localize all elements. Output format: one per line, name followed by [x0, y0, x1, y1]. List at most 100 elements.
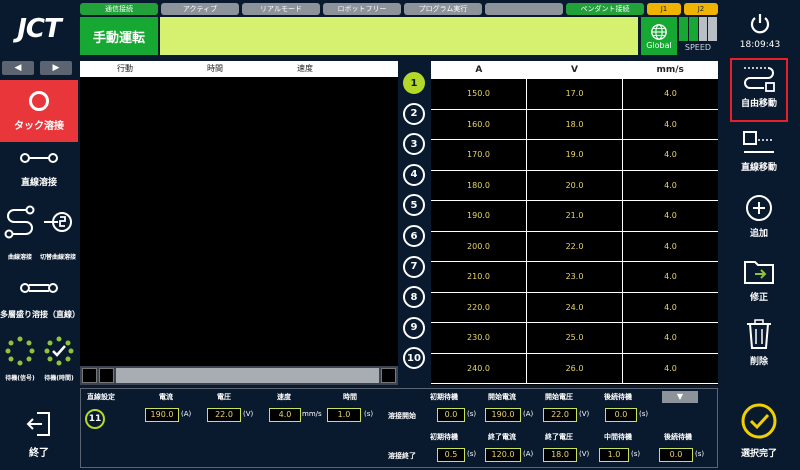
delete-button[interactable]: 削除	[730, 318, 788, 367]
table-row[interactable]: 160.0 18.0 4.0	[431, 109, 718, 140]
linear-weld-label: 直線溶接	[20, 178, 57, 188]
scroll-right-button[interactable]	[381, 368, 396, 383]
program-table[interactable]: 行動 時間 速度	[80, 61, 398, 385]
add-label: 追加	[749, 229, 768, 239]
table-cell: 20.0	[527, 170, 623, 200]
add-button[interactable]: 追加	[730, 194, 788, 239]
exit-button[interactable]: 終了	[0, 400, 78, 468]
curve-weld-label: 曲線溶接	[7, 254, 32, 261]
end-mid-wait-field[interactable]: 1.0	[599, 448, 629, 462]
linear-move-icon	[743, 131, 774, 153]
table-cell: 4.0	[664, 333, 677, 342]
scroll-left-button-2[interactable]	[99, 368, 114, 383]
weld-condition-header: A V mm/s	[431, 61, 718, 79]
voltage-field[interactable]: 22.0	[207, 408, 241, 422]
end-voltage-unit: (V)	[579, 450, 590, 458]
program-table-header: 行動 時間 速度	[80, 61, 398, 77]
free-move-button[interactable]: 自由移動	[730, 58, 788, 122]
table-cell: 180.0	[431, 170, 527, 200]
speed-bars	[679, 17, 717, 41]
time-field[interactable]: 1.0	[327, 408, 361, 422]
multi-pass-weld-button[interactable]: 多層盛り溶接（直線）	[0, 280, 80, 320]
start-initial-wait-field[interactable]: 0.0	[437, 408, 465, 422]
program-table-scrollbar[interactable]	[80, 366, 398, 385]
table-row[interactable]: 190.0 21.0 4.0	[431, 201, 718, 232]
multi-pass-weld-label: 多層盛り溶接（直線）	[0, 310, 80, 319]
speed-field[interactable]: 4.0	[269, 408, 301, 422]
linear-weld-button[interactable]: 直線溶接	[0, 150, 78, 188]
step-number[interactable]: 6	[403, 225, 425, 247]
switch-curve-weld-button[interactable]: 切替曲線溶接	[38, 205, 78, 261]
selection-done-button[interactable]: 選択完了	[730, 402, 788, 459]
end-current-field[interactable]: 120.0	[485, 448, 521, 462]
status-pill	[485, 3, 563, 15]
wait-time-label: 待機(時間)	[44, 375, 74, 382]
step-number[interactable]: 7	[403, 255, 425, 278]
start-initial-wait-unit: (s)	[467, 410, 477, 418]
tack-weld-button[interactable]: タック溶接	[0, 80, 78, 142]
step-number[interactable]: 10	[403, 347, 425, 370]
table-cell: 150.0	[431, 79, 527, 109]
table-row[interactable]: 210.0 23.0 4.0	[431, 262, 718, 293]
step-number[interactable]: 2	[403, 102, 425, 125]
power-icon	[750, 14, 770, 34]
speed-label: SPEED	[684, 43, 712, 52]
current-field[interactable]: 190.0	[145, 408, 179, 422]
weld-condition-table[interactable]: A V mm/s 150.0 17.0 4.0 160.0 18.0 4.0 170.0 19…	[431, 61, 718, 385]
label-voltage: 電圧	[217, 393, 231, 401]
global-label: Global	[646, 40, 672, 50]
settings-title: 直線設定	[87, 393, 115, 401]
logo-text: JCT	[17, 14, 61, 44]
free-move-label: 自由移動	[740, 99, 777, 109]
speed-bar-1	[679, 17, 688, 41]
wait-signal-button[interactable]: 待機(信号)	[2, 336, 38, 382]
step-number[interactable]: 1	[403, 72, 425, 94]
label-weld-start: 溶接開始	[388, 412, 416, 420]
speed-indicator[interactable]: SPEED	[679, 17, 717, 55]
tack-weld-label: タック溶接	[14, 120, 64, 132]
next-button[interactable]: ▶	[40, 61, 72, 75]
power-button[interactable]	[742, 6, 778, 42]
step-number[interactable]: 8	[403, 286, 425, 309]
end-voltage-field[interactable]: 18.0	[543, 448, 577, 462]
step-number[interactable]: 5	[403, 194, 425, 217]
table-cell: 18.0	[527, 109, 623, 139]
linear-move-button[interactable]: 直線移動	[730, 130, 788, 173]
status-pill: リアルモード	[242, 3, 320, 15]
curve-weld-button[interactable]: 曲線溶接	[2, 205, 38, 261]
speed-bar-3	[698, 17, 708, 41]
scrollbar-thumb[interactable]	[116, 368, 379, 383]
end-continue-wait-field[interactable]: 0.0	[659, 448, 693, 462]
table-row[interactable]: 240.0 26.0 4.0	[431, 353, 718, 384]
end-initial-wait-field[interactable]: 0.5	[437, 448, 465, 462]
table-row[interactable]: 220.0 24.0 4.0	[431, 292, 718, 323]
switch-curve-weld-icon	[44, 212, 72, 232]
global-coordinate-button[interactable]: Global	[641, 17, 677, 55]
header-voltage: V	[571, 65, 578, 75]
status-pill: 通信接続	[80, 3, 158, 15]
nav-arrows: ◀ ▶	[2, 61, 72, 75]
start-current-field[interactable]: 190.0	[485, 408, 521, 422]
start-continue-wait-field[interactable]: 0.0	[605, 408, 637, 422]
step-number[interactable]: 4	[403, 163, 425, 186]
wait-time-button[interactable]: 待機(時間)	[40, 336, 78, 382]
start-voltage-field[interactable]: 22.0	[543, 408, 577, 422]
step-number[interactable]: 9	[403, 316, 425, 339]
settings-dropdown-button[interactable]: ▼	[662, 391, 698, 403]
prev-button[interactable]: ◀	[2, 61, 34, 75]
table-row[interactable]: 150.0 17.0 4.0	[431, 79, 718, 110]
table-row[interactable]: 200.0 22.0 4.0	[431, 231, 718, 262]
table-cell: 4.0	[664, 363, 677, 373]
table-row[interactable]: 230.0 25.0 4.0	[431, 323, 718, 354]
edit-button[interactable]: 修正	[730, 258, 788, 303]
table-row[interactable]: 170.0 19.0 4.0	[431, 140, 718, 171]
scroll-left-button[interactable]	[82, 368, 97, 383]
edit-label: 修正	[749, 293, 768, 303]
table-row[interactable]: 180.0 20.0 4.0	[431, 170, 718, 201]
header-current: A	[475, 65, 483, 75]
table-cell: 17.0	[527, 79, 623, 109]
mode-indicator: 手動運転	[80, 17, 158, 55]
step-number[interactable]: 3	[403, 133, 425, 156]
start-current-unit: (A)	[523, 410, 534, 418]
time-unit: (s)	[364, 410, 374, 418]
